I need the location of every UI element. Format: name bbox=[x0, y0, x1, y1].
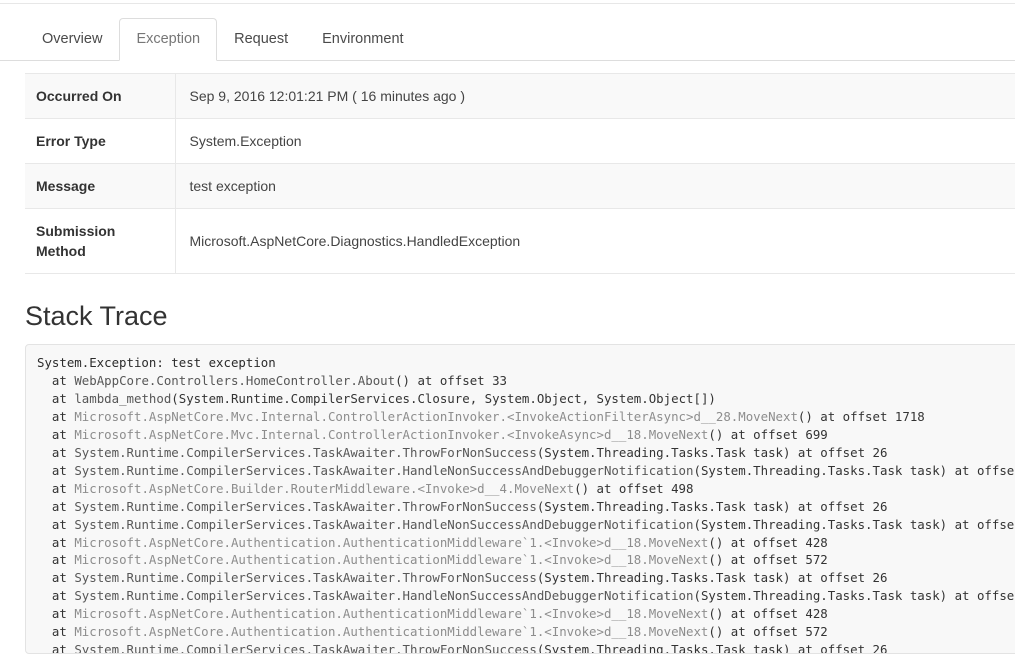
table-row: Message test exception bbox=[25, 163, 1015, 209]
detail-label-error-type: Error Type bbox=[25, 118, 176, 164]
stack-trace-line: at System.Runtime.CompilerServices.TaskA… bbox=[37, 444, 888, 460]
table-row: Error Type System.Exception bbox=[25, 118, 1015, 164]
table-row: Submission Method Microsoft.AspNetCore.D… bbox=[25, 208, 1015, 274]
detail-label-message: Message bbox=[25, 163, 176, 209]
stack-trace-line: at lambda_method(System.Runtime.Compiler… bbox=[37, 390, 716, 406]
stack-trace-heading: Stack Trace bbox=[25, 301, 168, 331]
tab-environment[interactable]: Environment bbox=[305, 18, 420, 61]
table-row: Occurred On Sep 9, 2016 12:01:21 PM ( 16… bbox=[25, 73, 1015, 119]
stack-trace-line: at Microsoft.AspNetCore.Mvc.Internal.Con… bbox=[37, 426, 828, 442]
tab-bar: Overview Exception Request Environment bbox=[0, 18, 1015, 61]
tab-exception[interactable]: Exception bbox=[119, 18, 218, 61]
stack-trace-line: at System.Runtime.CompilerServices.TaskA… bbox=[37, 570, 888, 586]
stack-trace-line: at System.Runtime.CompilerServices.TaskA… bbox=[37, 516, 1015, 532]
stack-trace-text: System.Exception: test exception at WebA… bbox=[37, 354, 1015, 654]
stack-trace-line: at System.Runtime.CompilerServices.TaskA… bbox=[37, 498, 888, 514]
detail-value-submission-method: Microsoft.AspNetCore.Diagnostics.Handled… bbox=[189, 233, 521, 249]
stack-trace-line: at Microsoft.AspNetCore.Builder.RouterMi… bbox=[37, 480, 694, 496]
stack-trace-line: at Microsoft.AspNetCore.Authentication.A… bbox=[37, 624, 828, 640]
exception-details-page: Overview Exception Request Environment O… bbox=[0, 0, 1015, 654]
stack-trace-line: at Microsoft.AspNetCore.Authentication.A… bbox=[37, 552, 828, 568]
tab-request[interactable]: Request bbox=[217, 18, 305, 61]
stack-trace-line: System.Exception: test exception bbox=[37, 355, 276, 370]
stack-trace-line: at System.Runtime.CompilerServices.TaskA… bbox=[37, 588, 1015, 604]
stack-trace-line: at Microsoft.AspNetCore.Authentication.A… bbox=[37, 534, 828, 550]
exception-details-table: Occurred On Sep 9, 2016 12:01:21 PM ( 16… bbox=[25, 73, 1015, 274]
stack-trace-line: at Microsoft.AspNetCore.Authentication.A… bbox=[37, 606, 828, 622]
stack-trace-panel[interactable]: System.Exception: test exception at WebA… bbox=[25, 344, 1015, 654]
detail-value-message: test exception bbox=[175, 163, 1015, 209]
detail-label-occurred-on: Occurred On bbox=[25, 73, 176, 119]
detail-value-occurred-on: Sep 9, 2016 12:01:21 PM ( 16 minutes ago… bbox=[175, 73, 1015, 119]
stack-trace-line: at Microsoft.AspNetCore.Mvc.Internal.Con… bbox=[37, 408, 925, 424]
stack-trace-line: at System.Runtime.CompilerServices.TaskA… bbox=[37, 642, 888, 654]
detail-label-submission-method: Submission Method bbox=[25, 208, 176, 274]
stack-trace-line: at System.Runtime.CompilerServices.TaskA… bbox=[37, 462, 1015, 478]
stack-trace-line: at WebAppCore.Controllers.HomeController… bbox=[37, 372, 507, 388]
tab-overview[interactable]: Overview bbox=[25, 18, 119, 61]
detail-value-error-type: System.Exception bbox=[189, 133, 302, 149]
